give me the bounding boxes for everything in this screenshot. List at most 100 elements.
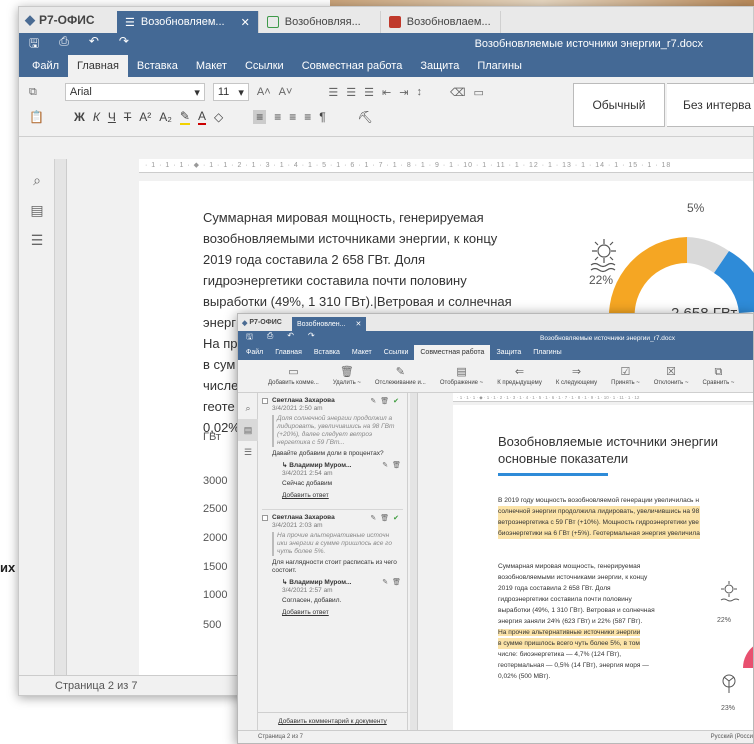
font-size-select[interactable]: 11 ▾ (212, 83, 249, 101)
subscript-icon[interactable]: A₂ (159, 110, 172, 124)
comments-icon[interactable]: ▤ (238, 419, 258, 441)
tab-home[interactable]: Главная (269, 345, 308, 360)
tab-file[interactable]: Файл (240, 345, 269, 360)
copy-icon[interactable]: ⧉ (29, 86, 37, 99)
edit-icon[interactable]: ✎ (382, 461, 388, 469)
shading-icon[interactable]: ▭ (474, 86, 484, 99)
navigation-icon[interactable]: ☰ (19, 225, 55, 255)
comments-icon[interactable]: ▤ (19, 195, 55, 225)
comment-thread-1[interactable]: ✎ 🗑 ✔ Светлана Захарова 3/4/2021 2:50 am Д… (258, 393, 407, 503)
language-indicator[interactable]: Русский (Росси (711, 731, 753, 743)
italic-icon[interactable]: К (93, 110, 100, 124)
search-icon[interactable]: ⌕ (238, 397, 258, 419)
tab-home[interactable]: Главная (68, 55, 128, 77)
comment-thread-2[interactable]: ✎ 🗑 ✔ Светлана Захарова 3/4/2021 2:03 am Н… (258, 510, 407, 620)
commented-text-line[interactable]: На прочие альтернативные источники энерг… (498, 629, 641, 636)
trash-icon[interactable]: 🗑 (392, 578, 401, 586)
tab-insert[interactable]: Вставка (308, 345, 346, 360)
copy-style-icon[interactable]: ⛏ (358, 110, 373, 124)
close-tab-icon[interactable]: ✕ (241, 16, 250, 29)
trash-icon[interactable]: 🗑 (380, 397, 389, 405)
font-name-select[interactable]: Arial ▾ (64, 83, 205, 101)
document-tab-3[interactable]: Возобновлаем... (381, 11, 501, 33)
redo-icon[interactable]: ↷ (308, 331, 315, 345)
bold-icon[interactable]: Ж (74, 110, 85, 124)
tab-references[interactable]: Ссылки (236, 55, 293, 77)
add-document-comment-link[interactable]: Добавить комментарий к документу (258, 712, 407, 730)
add-reply-link[interactable]: Добавить ответ (282, 609, 401, 616)
tab-insert[interactable]: Вставка (128, 55, 187, 77)
edit-icon[interactable]: ✎ (370, 514, 376, 522)
document-tab[interactable]: Возобновлен... ✕ (292, 317, 367, 331)
strikethrough-icon[interactable]: Т (124, 110, 131, 124)
display-mode-button[interactable]: ▤ Отображение ~ (440, 366, 483, 386)
delete-comment-button[interactable]: 🗑 Удалить ~ (333, 366, 361, 386)
horizontal-ruler[interactable]: · 1 · 1 · 1 · ◆ · 1 · 1 · 2 · 1 · 3 · 1 … (139, 159, 753, 173)
tab-protection[interactable]: Защита (490, 345, 527, 360)
commented-text-line[interactable]: в сумме пришлось всего чуть более 5%, в … (498, 638, 640, 649)
clear-format-icon[interactable]: ⌫ (450, 86, 466, 99)
paste-icon[interactable]: 📋 (29, 110, 44, 124)
save-icon[interactable]: 🖫 (29, 34, 39, 55)
track-changes-button[interactable]: ✎ Отслеживание и... (375, 366, 426, 386)
horizontal-ruler[interactable]: · 1 · 1 · 1 · ◆ · 1 · 1 · 2 · 1 · 3 · 1 … (453, 393, 753, 402)
numbering-icon[interactable]: ☰ (346, 86, 356, 99)
align-right-icon[interactable]: ≡ (289, 110, 296, 124)
add-reply-link[interactable]: Добавить ответ (282, 492, 401, 499)
resolve-checkbox[interactable] (262, 398, 268, 404)
style-normal[interactable]: Обычный (573, 83, 665, 127)
resolve-checkbox[interactable] (262, 515, 268, 521)
undo-icon[interactable]: ↶ (287, 331, 294, 345)
indent-increase-icon[interactable]: ⇥ (399, 86, 408, 99)
reject-button[interactable]: ☒ Отклонить ~ (654, 366, 689, 386)
font-color-icon[interactable]: A (197, 109, 206, 125)
line-spacing-icon[interactable]: ↕ (416, 86, 422, 98)
tab-layout[interactable]: Макет (346, 345, 378, 360)
edit-icon[interactable]: ✎ (370, 397, 376, 405)
accept-button[interactable]: ☑ Принять ~ (611, 366, 640, 386)
tab-references[interactable]: Ссылки (378, 345, 415, 360)
next-change-button[interactable]: ⇒ К следующему (556, 366, 597, 386)
tab-layout[interactable]: Макет (187, 55, 236, 77)
redo-icon[interactable]: ↷ (119, 34, 129, 55)
trash-icon[interactable]: 🗑 (392, 461, 401, 469)
decrease-font-icon[interactable]: A˅ (279, 86, 293, 98)
print-icon[interactable]: ⎙ (267, 331, 273, 345)
navigation-icon[interactable]: ☰ (238, 441, 258, 463)
document-tab-2[interactable]: Возобновляя... (259, 11, 381, 33)
fill-color-icon[interactable]: ◇ (214, 110, 223, 124)
document-tab-1[interactable]: ☰ Возобновляем... ✕ (117, 11, 259, 33)
commented-text-line[interactable]: солнечной энергии продолжила лидировать,… (498, 506, 700, 517)
increase-font-icon[interactable]: A˄ (257, 86, 271, 98)
superscript-icon[interactable]: A² (139, 110, 151, 124)
add-comment-button[interactable]: ▭ Добавить комме... (268, 366, 319, 386)
indent-decrease-icon[interactable]: ⇤ (382, 86, 391, 99)
close-tab-icon[interactable]: ✕ (356, 320, 362, 328)
tab-plugins[interactable]: Плагины (527, 345, 567, 360)
print-icon[interactable]: ⎙ (59, 34, 69, 55)
trash-icon[interactable]: 🗑 (380, 514, 389, 522)
commented-text-line[interactable]: ветроэнергетика с 59 ГВт (+10%). Мощност… (498, 517, 700, 528)
save-icon[interactable]: 🖫 (246, 331, 253, 345)
align-left-icon[interactable]: ≡ (253, 110, 267, 124)
resolve-check-icon[interactable]: ✔ (393, 397, 399, 405)
align-justify-icon[interactable]: ≡ (304, 110, 311, 124)
tab-collaboration[interactable]: Совместная работа (414, 345, 491, 360)
document-page[interactable]: Возобновляемые источники энергии основны… (453, 405, 753, 730)
multilevel-icon[interactable]: ☰ (364, 86, 374, 99)
paragraph-marks-icon[interactable]: ¶ (319, 110, 325, 124)
search-icon[interactable]: ⌕ (19, 165, 55, 195)
previous-change-button[interactable]: ⇐ К предыдущему (497, 366, 542, 386)
bullets-icon[interactable]: ☰ (328, 86, 338, 99)
highlight-icon[interactable]: ✎ (179, 109, 190, 125)
edit-icon[interactable]: ✎ (382, 578, 388, 586)
compare-button[interactable]: ⧉ Сравнить ~ (702, 366, 734, 386)
tab-collaboration[interactable]: Совместная работа (293, 55, 412, 77)
undo-icon[interactable]: ↶ (89, 34, 99, 55)
style-no-spacing[interactable]: Без интерва (667, 83, 754, 127)
tab-protection[interactable]: Защита (411, 55, 468, 77)
tab-plugins[interactable]: Плагины (468, 55, 531, 77)
underline-icon[interactable]: Ч (108, 110, 116, 124)
align-center-icon[interactable]: ≡ (274, 110, 281, 124)
resolve-check-icon[interactable]: ✔ (393, 514, 399, 522)
